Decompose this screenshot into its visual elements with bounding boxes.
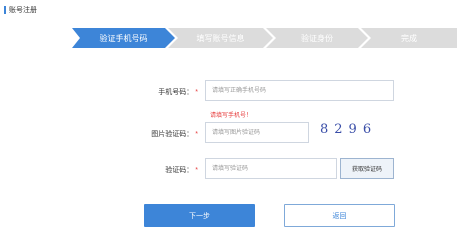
required-marker: * [195, 167, 198, 174]
page-title: 账号注册 [4, 5, 37, 15]
step-verify-phone: 验证手机号码 [72, 28, 175, 48]
step-label: 验证身份 [301, 33, 333, 43]
sms-code-label-row: 验证码： * [108, 165, 198, 175]
step-label: 填写账号信息 [196, 33, 245, 43]
sms-code-label: 验证码： [165, 167, 194, 174]
image-captcha-input[interactable] [205, 122, 309, 143]
captcha-image[interactable]: 8296 [320, 122, 390, 142]
step-label: 完成 [401, 33, 417, 43]
step-complete: 完成 [361, 28, 457, 48]
progress-steps: 验证手机号码 填写账号信息 验证身份 完成 [72, 28, 457, 48]
phone-label-row: 手机号码： * [108, 87, 198, 97]
back-button[interactable]: 返回 [284, 204, 395, 227]
sms-code-input[interactable] [205, 158, 337, 179]
page-title-text: 账号注册 [9, 7, 37, 14]
image-captcha-label: 图片验证码： [151, 131, 194, 138]
step-fill-account: 填写账号信息 [168, 28, 273, 48]
get-sms-code-button[interactable]: 获取验证码 [340, 158, 394, 179]
next-step-button[interactable]: 下一步 [144, 204, 255, 227]
title-accent-bar [4, 6, 6, 14]
step-label: 验证手机号码 [99, 33, 148, 43]
image-captcha-label-row: 图片验证码： * [108, 129, 198, 139]
required-marker: * [195, 131, 198, 138]
phone-input[interactable] [205, 80, 394, 101]
phone-label: 手机号码： [158, 89, 194, 96]
phone-error-message: 请填写手机号！ [210, 113, 253, 119]
required-marker: * [195, 89, 198, 96]
step-verify-identity: 验证身份 [266, 28, 368, 48]
